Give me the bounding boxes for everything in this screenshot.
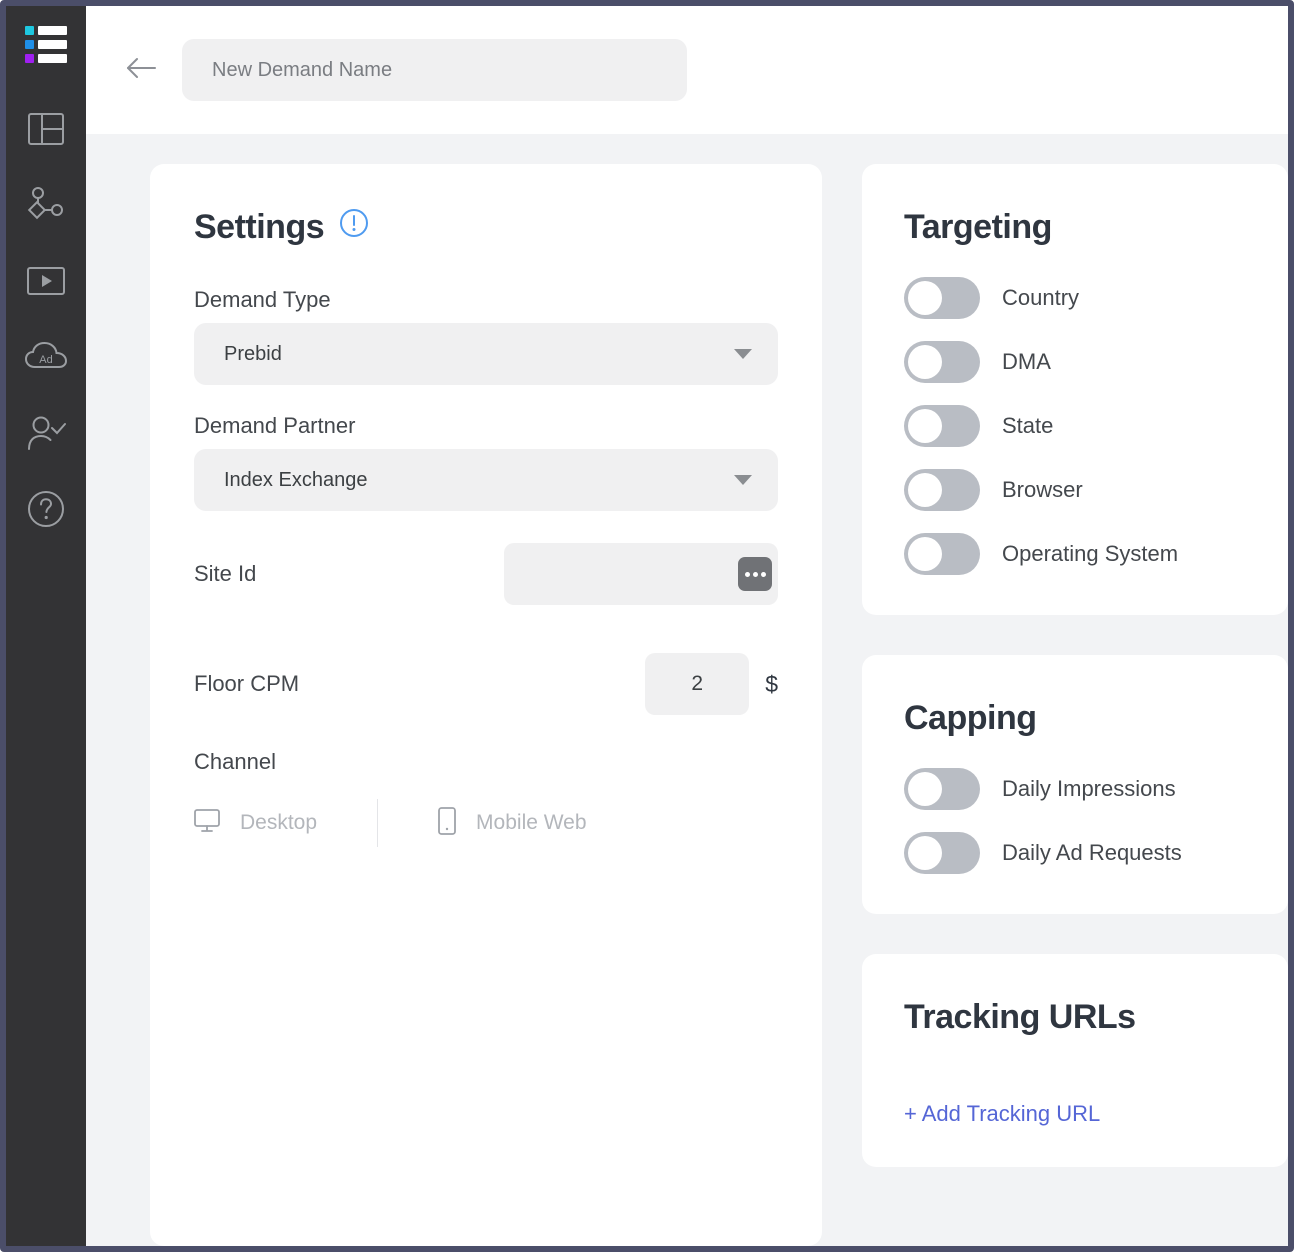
toggle-knob bbox=[908, 345, 942, 379]
capping-toggle-daily-ad-requests[interactable]: Daily Ad Requests bbox=[904, 832, 1244, 874]
demand-partner-label: Demand Partner bbox=[194, 413, 356, 438]
chevron-down-icon bbox=[734, 475, 752, 485]
toggle-label: Country bbox=[1002, 285, 1080, 310]
side-panels-column: Targeting Country DMA State Browser Oper… bbox=[862, 164, 1288, 1246]
logo-row bbox=[25, 54, 67, 63]
targeting-panel: Targeting Country DMA State Browser Oper… bbox=[862, 164, 1288, 615]
targeting-toggle-dma[interactable]: DMA bbox=[904, 341, 1244, 383]
targeting-heading: Targeting bbox=[904, 208, 1052, 246]
toggle-label: Daily Ad Requests bbox=[1002, 840, 1182, 865]
sidebar-item-video[interactable] bbox=[22, 257, 70, 305]
channel-option-mobile-web[interactable]: Mobile Web bbox=[438, 806, 647, 840]
floor-cpm-label: Floor CPM bbox=[194, 671, 300, 696]
toggle-knob bbox=[908, 836, 942, 870]
toggle-switch[interactable] bbox=[904, 832, 980, 874]
capping-panel: Capping Daily Impressions Daily Ad Reque… bbox=[862, 655, 1288, 914]
toggle-knob bbox=[908, 772, 942, 806]
floor-cpm-row: Floor CPM $ bbox=[194, 653, 778, 715]
site-id-input[interactable] bbox=[504, 543, 778, 605]
logo-square-blue bbox=[25, 40, 34, 49]
site-id-field-wrap bbox=[504, 543, 778, 605]
app-window: Ad New Demand Name Settings Demand Type … bbox=[0, 0, 1294, 1252]
sidebar-item-dashboard[interactable] bbox=[22, 105, 70, 153]
arrow-left-icon bbox=[125, 56, 157, 85]
tracking-urls-panel: Tracking URLs + Add Tracking URL bbox=[862, 954, 1288, 1167]
user-check-icon bbox=[26, 416, 66, 450]
channel-option-label: Desktop bbox=[240, 811, 318, 834]
supply-nodes-icon bbox=[26, 187, 66, 223]
ad-cloud-icon: Ad bbox=[25, 342, 67, 372]
channel-divider bbox=[377, 799, 379, 847]
demand-partner-select[interactable]: Index Exchange bbox=[194, 449, 778, 511]
toggle-label: Browser bbox=[1002, 477, 1083, 502]
toggle-switch[interactable] bbox=[904, 768, 980, 810]
video-player-icon bbox=[27, 267, 65, 295]
sidebar-item-supply[interactable] bbox=[22, 181, 70, 229]
channel-option-desktop[interactable]: Desktop bbox=[194, 808, 377, 838]
toggle-switch[interactable] bbox=[904, 277, 980, 319]
add-tracking-url-link[interactable]: + Add Tracking URL bbox=[904, 1101, 1100, 1127]
back-button[interactable] bbox=[124, 53, 158, 87]
toggle-knob bbox=[908, 281, 942, 315]
desktop-monitor-icon bbox=[194, 808, 220, 838]
toggle-label: Operating System bbox=[1002, 541, 1179, 566]
toggle-knob bbox=[908, 473, 942, 507]
channel-option-label: Mobile Web bbox=[476, 811, 587, 834]
site-id-row: Site Id bbox=[194, 543, 778, 605]
toggle-knob bbox=[908, 537, 942, 571]
chevron-down-icon bbox=[734, 349, 752, 359]
toggle-switch[interactable] bbox=[904, 469, 980, 511]
channel-options: Desktop Mobile Web bbox=[194, 799, 778, 847]
channel-label: Channel bbox=[194, 749, 276, 774]
toggle-switch[interactable] bbox=[904, 341, 980, 383]
tracking-urls-heading: Tracking URLs bbox=[904, 998, 1136, 1036]
logo-row bbox=[25, 40, 67, 49]
logo-square-cyan bbox=[25, 26, 34, 35]
floor-cpm-controls: $ bbox=[645, 653, 778, 715]
demand-type-select[interactable]: Prebid bbox=[194, 323, 778, 385]
logo-square-purple bbox=[25, 54, 34, 63]
targeting-toggle-browser[interactable]: Browser bbox=[904, 469, 1244, 511]
site-id-label: Site Id bbox=[194, 561, 257, 586]
toggle-switch[interactable] bbox=[904, 405, 980, 447]
demand-partner-value: Index Exchange bbox=[224, 468, 368, 491]
settings-title-text: Settings bbox=[194, 208, 325, 246]
content-region: Settings Demand Type Prebid Demand Partn… bbox=[86, 134, 1288, 1246]
page-header bbox=[86, 6, 1288, 134]
currency-symbol: $ bbox=[765, 670, 778, 697]
logo-bar bbox=[38, 54, 67, 63]
svg-text:Ad: Ad bbox=[39, 354, 52, 366]
logo-row bbox=[25, 26, 67, 35]
capping-heading: Capping bbox=[904, 699, 1037, 737]
toggle-knob bbox=[908, 409, 942, 443]
settings-panel: Settings Demand Type Prebid Demand Partn… bbox=[150, 164, 822, 1246]
logo-icon[interactable] bbox=[25, 26, 67, 63]
logo-bar bbox=[38, 40, 67, 49]
toggle-label: Daily Impressions bbox=[1002, 776, 1176, 801]
dashboard-layout-icon bbox=[28, 113, 64, 145]
targeting-toggle-operating-system[interactable]: Operating System bbox=[904, 533, 1244, 575]
capping-toggle-daily-impressions[interactable]: Daily Impressions bbox=[904, 768, 1244, 810]
info-exclamation-icon[interactable] bbox=[339, 208, 369, 247]
floor-cpm-input[interactable] bbox=[645, 653, 750, 715]
toggle-label: DMA bbox=[1002, 349, 1051, 374]
settings-heading: Settings bbox=[194, 208, 778, 247]
help-circle-icon bbox=[28, 491, 64, 527]
demand-type-label: Demand Type bbox=[194, 287, 331, 312]
ellipsis-icon[interactable] bbox=[738, 557, 772, 591]
mobile-phone-icon bbox=[438, 806, 456, 840]
sidebar-item-help[interactable] bbox=[22, 485, 70, 533]
sidebar-item-ad-cloud[interactable]: Ad bbox=[22, 333, 70, 381]
main-area: Settings Demand Type Prebid Demand Partn… bbox=[86, 6, 1288, 1246]
toggle-label: State bbox=[1002, 413, 1054, 438]
targeting-toggle-country[interactable]: Country bbox=[904, 277, 1244, 319]
logo-bar bbox=[38, 26, 67, 35]
demand-name-input[interactable] bbox=[182, 39, 687, 101]
primary-sidebar: Ad bbox=[6, 6, 86, 1246]
toggle-switch[interactable] bbox=[904, 533, 980, 575]
targeting-toggle-state[interactable]: State bbox=[904, 405, 1244, 447]
demand-type-value: Prebid bbox=[224, 342, 282, 365]
sidebar-item-users[interactable] bbox=[22, 409, 70, 457]
